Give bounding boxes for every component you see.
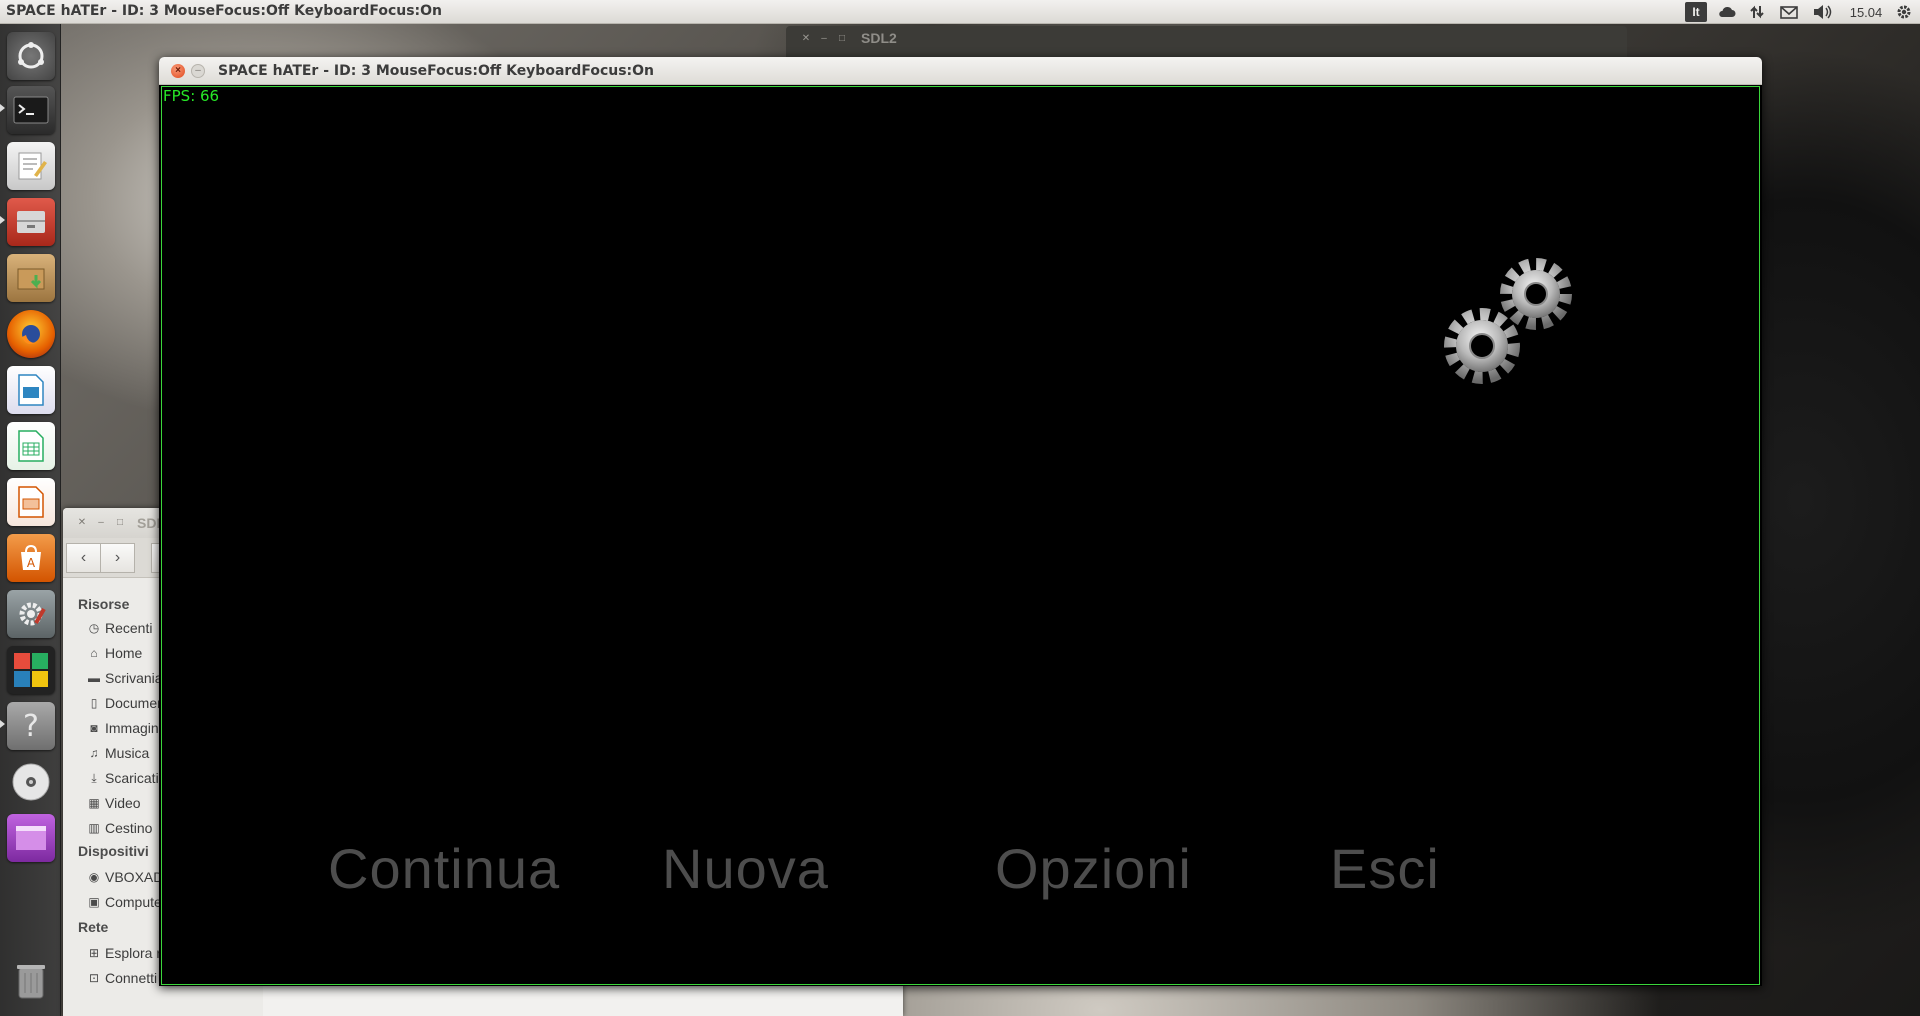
music-icon: ♫ — [89, 746, 99, 760]
launcher: A ? — [0, 24, 61, 1016]
system-settings-icon[interactable] — [7, 590, 55, 638]
libreoffice-draw-icon[interactable] — [7, 366, 55, 414]
close-icon[interactable]: ✕ — [76, 517, 88, 529]
document-icon: ▯ — [90, 696, 98, 710]
running-indicator — [0, 216, 5, 224]
svg-text:A: A — [27, 556, 36, 570]
sidebar-item-immagini[interactable]: ◙ Immagini — [87, 720, 161, 736]
disc-icon: ◉ — [88, 870, 100, 884]
dash-home-icon[interactable] — [7, 32, 55, 80]
network-icon: ⊞ — [88, 946, 100, 960]
sidebar-item-computer[interactable]: ▣ Computer — [87, 894, 166, 910]
workspace-switcher-icon[interactable] — [7, 646, 55, 694]
sidebar-item-recenti[interactable]: ◷ Recenti — [87, 620, 153, 636]
top-panel: SPACE hATEr - ID: 3 MouseFocus:Off Keybo… — [0, 0, 1920, 24]
cloud-icon[interactable] — [1716, 2, 1738, 22]
sidebar-item-musica[interactable]: ♫ Musica — [87, 745, 150, 761]
sdl2-window-title: SDL2 — [861, 30, 897, 46]
dvd-icon[interactable] — [7, 758, 55, 806]
home-icon: ⌂ — [90, 646, 98, 660]
game-window-title: SPACE hATEr - ID: 3 MouseFocus:Off Keybo… — [218, 63, 655, 79]
sidebar-item-scrivania[interactable]: ▬ Scrivania — [87, 670, 163, 686]
maximize-icon[interactable]: □ — [114, 517, 126, 529]
sdl-app-icon[interactable] — [7, 814, 55, 862]
drive-icon: ▣ — [88, 895, 100, 909]
file-cabinet-icon[interactable] — [7, 198, 55, 246]
running-indicator — [0, 104, 5, 112]
minimize-icon[interactable]: – — [818, 33, 830, 45]
section-rete: Rete — [78, 919, 109, 935]
close-button[interactable]: × — [171, 64, 185, 78]
forward-button[interactable]: › — [100, 543, 135, 573]
sidebar-item-home[interactable]: ⌂ Home — [87, 645, 142, 661]
close-icon: × — [175, 65, 181, 76]
archive-manager-icon[interactable] — [7, 254, 55, 302]
libreoffice-impress-icon[interactable] — [7, 478, 55, 526]
network-icon[interactable] — [1746, 2, 1768, 22]
volume-icon[interactable] — [1810, 2, 1834, 22]
game-window-titlebar[interactable]: × – SPACE hATEr - ID: 3 MouseFocus:Off K… — [159, 57, 1762, 85]
trash-icon[interactable] — [7, 956, 55, 1004]
software-center-icon[interactable]: A — [7, 534, 55, 582]
menu-nuova-button[interactable]: Nuova — [662, 836, 829, 901]
terminal-icon[interactable] — [7, 86, 55, 134]
chevron-left-icon: ‹ — [80, 549, 87, 566]
running-indicator — [0, 720, 5, 728]
sidebar-item-video[interactable]: ▦ Video — [87, 795, 140, 811]
fps-counter: FPS: 66 — [163, 87, 220, 105]
camera-icon: ◙ — [90, 721, 98, 735]
menu-opzioni-button[interactable]: Opzioni — [995, 836, 1192, 901]
firefox-icon[interactable] — [7, 310, 55, 358]
help-icon[interactable]: ? — [7, 702, 55, 750]
menu-continua-button[interactable]: Continua — [328, 836, 560, 901]
sidebar-item-scaricati[interactable]: ⤓ Scaricati — [87, 770, 158, 786]
trash-icon: ▥ — [88, 821, 100, 835]
keyboard-layout-indicator[interactable]: It — [1685, 2, 1707, 22]
game-window: × – SPACE hATEr - ID: 3 MouseFocus:Off K… — [159, 57, 1762, 986]
libreoffice-calc-icon[interactable] — [7, 422, 55, 470]
session-gear-icon[interactable] — [1892, 2, 1916, 22]
clock[interactable]: 15.04 — [1843, 2, 1889, 22]
active-window-title: SPACE hATEr - ID: 3 MouseFocus:Off Keybo… — [6, 3, 443, 19]
maximize-icon[interactable]: □ — [836, 33, 848, 45]
gears-icon — [1444, 258, 1572, 384]
minimize-icon[interactable]: – — [95, 517, 107, 529]
game-canvas[interactable]: FPS: 66 Continua Nuova Opzioni Esci — [161, 86, 1760, 985]
chevron-right-icon: › — [114, 549, 121, 566]
mail-icon[interactable] — [1778, 2, 1800, 22]
back-button[interactable]: ‹ — [66, 543, 101, 573]
section-risorse: Risorse — [78, 596, 130, 612]
minimize-icon: – — [195, 65, 201, 76]
section-dispositivi: Dispositivi — [78, 843, 149, 859]
text-editor-icon[interactable] — [7, 142, 55, 190]
folder-icon: ▬ — [88, 671, 100, 685]
sidebar-item-cestino[interactable]: ▥ Cestino — [87, 820, 152, 836]
film-icon: ▦ — [88, 796, 100, 810]
clock-icon: ◷ — [88, 621, 100, 635]
menu-esci-button[interactable]: Esci — [1330, 836, 1440, 901]
download-icon: ⤓ — [91, 770, 97, 785]
server-icon: ⊡ — [88, 971, 100, 985]
close-icon[interactable]: ✕ — [800, 33, 812, 45]
minimize-button[interactable]: – — [191, 64, 205, 78]
